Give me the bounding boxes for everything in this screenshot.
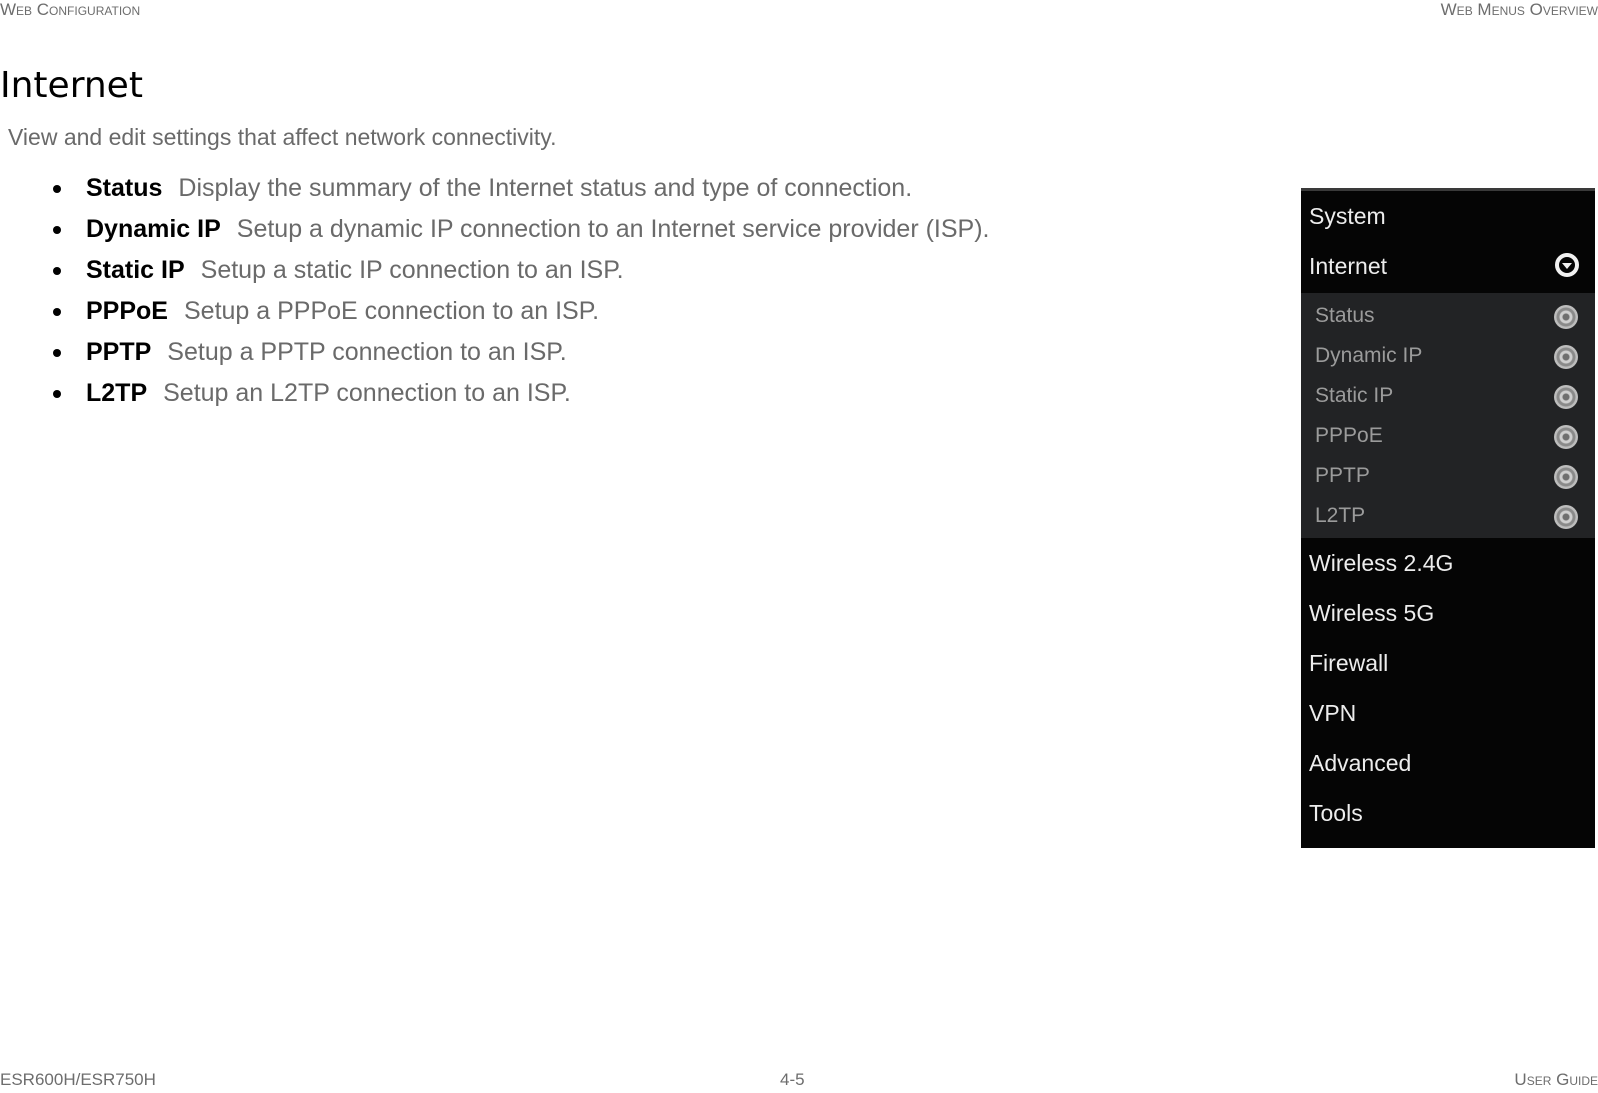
bullet-icon [53, 308, 61, 316]
list-item-description: Setup a dynamic IP connection to an Inte… [236, 215, 990, 243]
radio-ring-icon [1554, 505, 1578, 529]
menu-item-vpn[interactable]: VPN [1301, 688, 1595, 738]
list-item: L2TP Setup an L2TP connection to an ISP. [0, 377, 990, 418]
menu-item-wireless-5g[interactable]: Wireless 5G [1301, 588, 1595, 638]
menu-item-internet[interactable]: Internet [1301, 241, 1595, 291]
chevron-down-circle-icon[interactable] [1555, 253, 1579, 277]
submenu-item-pptp[interactable]: PPTP [1301, 456, 1595, 496]
menu-item-label: System [1309, 203, 1386, 229]
submenu-item-static-ip[interactable]: Static IP [1301, 376, 1595, 416]
list-item: PPTP Setup a PPTP connection to an ISP. [0, 336, 990, 377]
footer-doc-title: User Guide [1514, 1070, 1598, 1089]
list-item-description: Setup a PPPoE connection to an ISP. [183, 297, 600, 325]
bullet-icon [53, 226, 61, 234]
radio-ring-icon [1554, 425, 1578, 449]
menu-item-label: Tools [1309, 800, 1363, 826]
submenu-item-label: Static IP [1315, 384, 1394, 407]
menu-item-label: Wireless 2.4G [1309, 550, 1454, 576]
menu-item-tools[interactable]: Tools [1301, 788, 1595, 838]
list-item-term: PPPoE [86, 297, 168, 325]
menu-item-label: Advanced [1309, 750, 1412, 776]
submenu-item-label: Dynamic IP [1315, 344, 1423, 367]
list-item: Dynamic IP Setup a dynamic IP connection … [0, 213, 990, 254]
menu-item-wireless-2-4g[interactable]: Wireless 2.4G [1301, 538, 1595, 588]
menu-item-label: VPN [1309, 700, 1357, 726]
running-header-left: Web Configuration [0, 0, 141, 19]
list-item-description: Setup a PPTP connection to an ISP. [167, 338, 567, 366]
list-item-term: PPTP [86, 338, 152, 366]
list-item: Status Display the summary of the Interne… [0, 172, 990, 213]
radio-ring-icon [1554, 305, 1578, 329]
submenu-item-label: L2TP [1315, 504, 1366, 527]
submenu-item-label: PPPoE [1315, 424, 1383, 447]
list-item-description: Setup a static IP connection to an ISP. [200, 256, 624, 284]
list-item-term: Status [86, 174, 163, 202]
section-title: Internet [0, 65, 143, 106]
internet-submenu: Status Dynamic IP Static IP PPPoE PPTP L… [1301, 293, 1595, 538]
bullet-icon [53, 185, 61, 193]
footer-model: ESR600H/ESR750H [0, 1070, 156, 1089]
menu-item-firewall[interactable]: Firewall [1301, 638, 1595, 688]
list-item-term: Static IP [86, 256, 185, 284]
list-item-term: L2TP [86, 379, 148, 407]
menu-item-advanced[interactable]: Advanced [1301, 738, 1595, 788]
menu-item-label: Internet [1309, 253, 1387, 279]
submenu-item-label: PPTP [1315, 464, 1370, 487]
submenu-item-status[interactable]: Status [1301, 296, 1595, 336]
section-intro: View and edit settings that affect netwo… [8, 124, 557, 150]
menu-item-label: Firewall [1309, 650, 1389, 676]
radio-ring-icon [1554, 345, 1578, 369]
list-item-term: Dynamic IP [86, 215, 221, 243]
feature-list: Status Display the summary of the Interne… [0, 172, 990, 418]
menu-item-label: Wireless 5G [1309, 600, 1435, 626]
bullet-icon [53, 349, 61, 357]
radio-ring-icon [1554, 465, 1578, 489]
list-item: PPPoE Setup a PPPoE connection to an ISP. [0, 295, 990, 336]
list-item: Static IP Setup a static IP connection to… [0, 254, 990, 295]
footer-page-number: 4-5 [780, 1070, 805, 1089]
submenu-item-dynamic-ip[interactable]: Dynamic IP [1301, 336, 1595, 376]
running-header-right: Web Menus Overview [1440, 0, 1598, 19]
list-item-description: Display the summary of the Internet stat… [178, 174, 913, 202]
submenu-item-l2tp[interactable]: L2TP [1301, 496, 1595, 536]
list-item-description: Setup an L2TP connection to an ISP. [163, 379, 571, 407]
radio-ring-icon [1554, 385, 1578, 409]
menu-item-system[interactable]: System [1301, 191, 1595, 241]
submenu-item-pppoe[interactable]: PPPoE [1301, 416, 1595, 456]
bullet-icon [53, 390, 61, 398]
bullet-icon [53, 267, 61, 275]
submenu-item-label: Status [1315, 304, 1375, 327]
menu-screenshot: System Internet Status Dynamic IP Static… [1301, 188, 1595, 848]
